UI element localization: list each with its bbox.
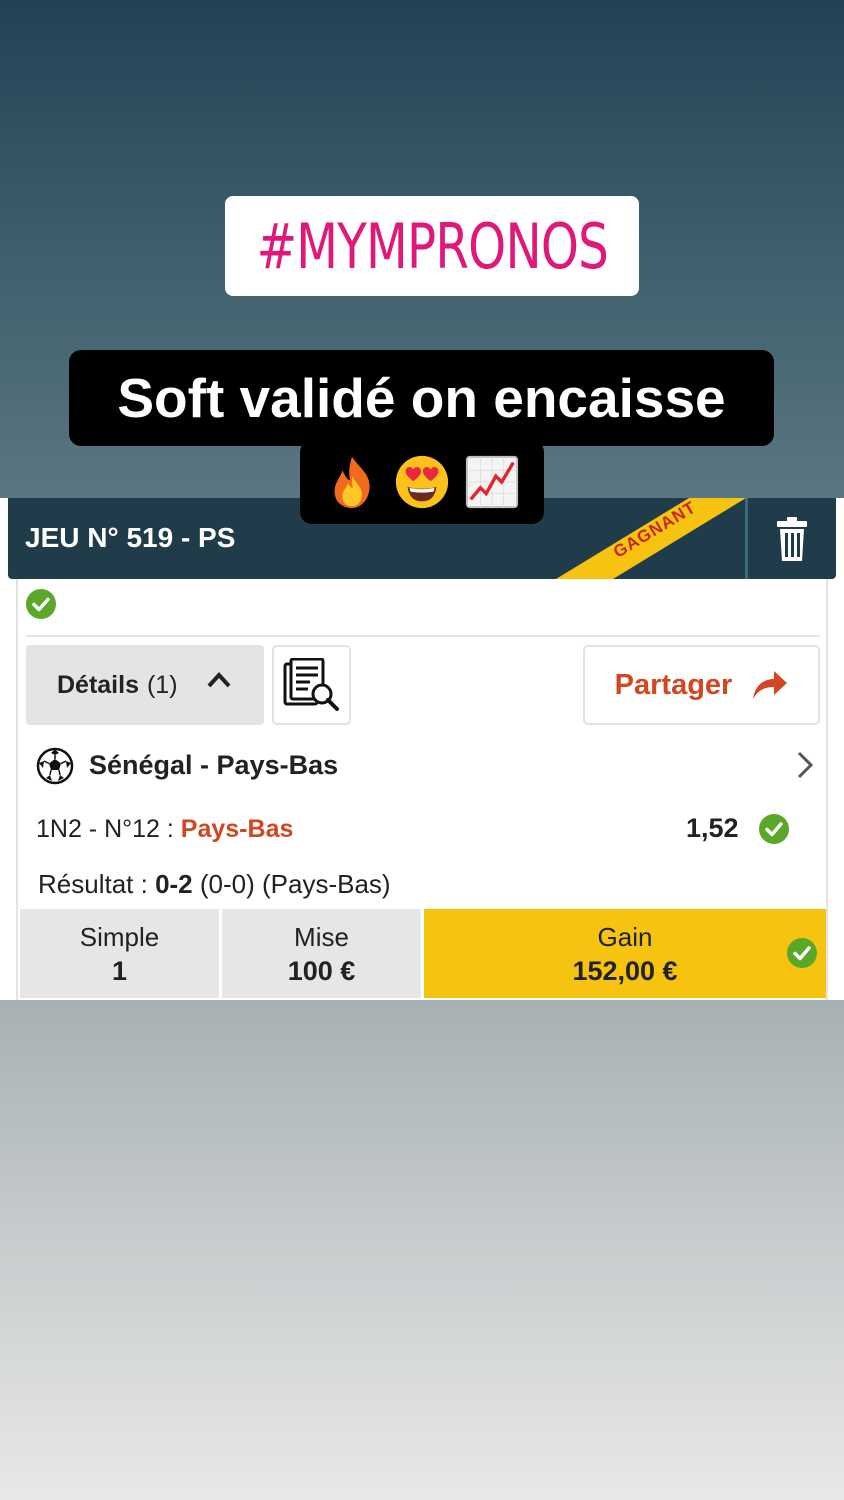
result-line: Résultat : 0-2 (0-0) (Pays-Bas) [38,869,391,900]
story-caption: Soft validé on encaisse [69,350,774,446]
bet-title: JEU N° 519 - PS [25,522,236,553]
match-name: Sénégal - Pays-Bas [89,750,339,780]
delete-button[interactable] [748,498,836,579]
bet-selection: Pays-Bas [180,815,294,843]
simple-label: Simple [79,921,160,952]
fire-emoji [334,456,370,509]
hashtag-sticker[interactable]: #MYMPRONOS [225,196,639,296]
soccer-ball-icon [36,747,74,785]
bet-type-label: 1N2 - N°12 : [36,815,174,843]
odds-value: 1,52 [686,813,739,843]
check-icon [759,814,789,844]
result-score: 0-2 [155,869,193,899]
trash-icon [777,516,807,561]
details-toggle-button[interactable]: Détails (1) [26,645,264,725]
preview-receipt-button[interactable] [272,645,351,725]
chevron-up-icon [207,672,231,688]
chart-increasing-emoji [465,455,519,509]
result-label: Résultat : [38,869,148,899]
won-check-icon [26,589,56,619]
gain-label: Gain [597,921,653,952]
gain-check-icon [787,938,817,968]
document-search-icon [283,658,339,711]
caption-emojis [300,440,544,524]
details-label: Détails [57,670,139,699]
bet-type: 1N2 - N°12 : Pays-Bas [36,815,293,844]
summary-simple: Simple 1 [20,909,219,998]
heart-eyes-emoji [395,455,449,509]
selection-row: 1N2 - N°12 : Pays-Bas 1,52 [18,809,828,849]
hashtag-text: #MYMPRONOS [256,209,608,283]
share-button[interactable]: Partager [583,645,820,725]
share-label: Partager [614,668,733,701]
bet-summary: Simple 1 Mise 100 € Gain 152,00 € [20,909,826,998]
simple-value: 1 [111,955,128,986]
caption-text: Soft validé on encaisse [117,367,726,429]
winner-ribbon-label: GAGNANT [610,498,700,562]
bet-card-body: Détails (1) Partager Sénégal - Pays-Bas … [16,579,828,1000]
share-arrow-icon [753,671,788,699]
result-halftime: (0-0) [199,869,255,899]
result-winner: (Pays-Bas) [262,869,391,899]
separator [26,635,820,637]
chevron-right-icon [797,751,814,779]
match-row[interactable]: Sénégal - Pays-Bas [18,742,828,788]
story-background-bottom [0,1000,844,1500]
summary-gain: Gain 152,00 € [424,909,826,998]
stake-label: Mise [294,921,349,952]
details-count: (1) [146,670,178,699]
summary-stake: Mise 100 € [222,909,421,998]
gain-value: 152,00 € [572,955,678,986]
stake-value: 100 € [287,955,356,986]
